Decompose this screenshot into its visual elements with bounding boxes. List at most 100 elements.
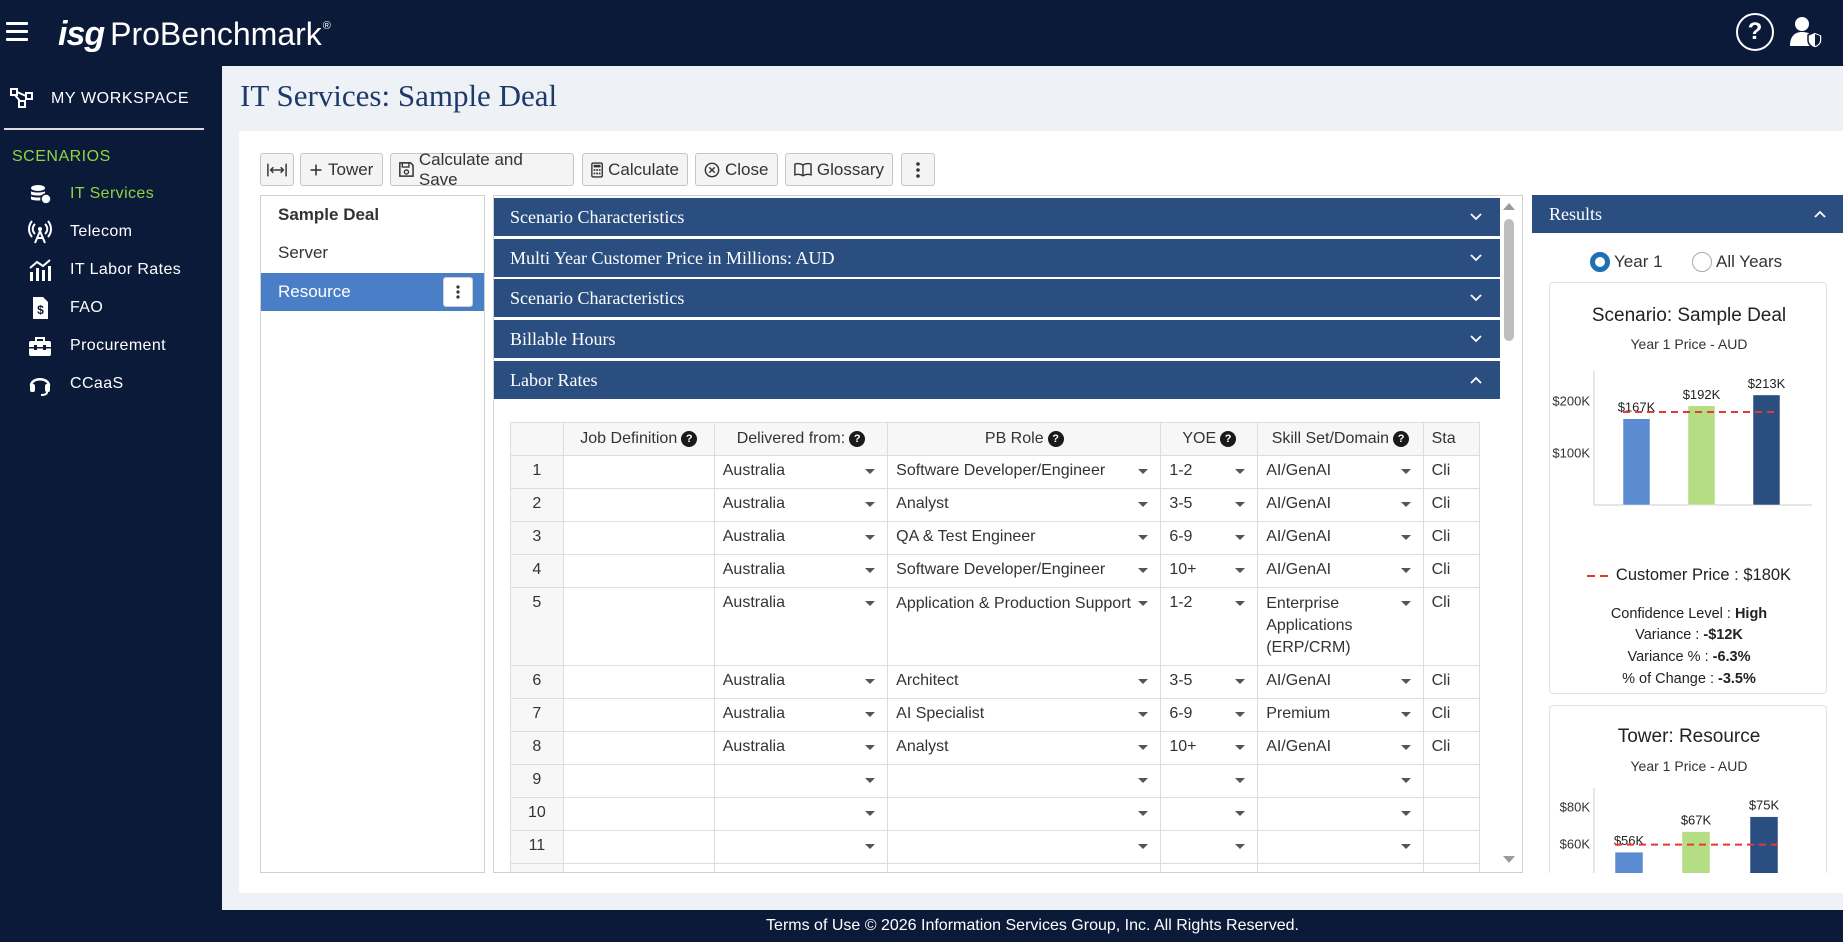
status-cell[interactable] (1422, 764, 1480, 798)
yoe-cell[interactable]: 6-9 (1160, 698, 1259, 732)
yoe-cell[interactable]: 6-9 (1160, 521, 1259, 555)
accordion-billable-hours[interactable]: Billable Hours (494, 320, 1500, 358)
dropdown-caret-icon[interactable] (1138, 469, 1149, 474)
app-logo[interactable]: isg ProBenchmark ® (58, 10, 331, 54)
job-definition-cell[interactable] (562, 830, 715, 864)
footer-text[interactable]: Terms of Use © 2026 Information Services… (766, 917, 1299, 934)
yoe-cell[interactable] (1160, 863, 1259, 872)
tree-item-menu-button[interactable] (443, 277, 473, 307)
skill-set-cell[interactable] (1257, 797, 1424, 831)
sidebar-item-it-services[interactable]: IT Services (28, 179, 218, 209)
sidebar-item-fao[interactable]: $ FAO (28, 293, 218, 323)
accordion-labor-rates[interactable]: Labor Rates (494, 361, 1500, 399)
delivered-from-cell[interactable]: Australia (713, 665, 889, 699)
accordion-scenario-characteristics[interactable]: Scenario Characteristics (494, 198, 1500, 236)
dropdown-caret-icon[interactable] (865, 844, 876, 849)
calculate-and-save-button[interactable]: Calculate and Save (390, 150, 574, 189)
dropdown-caret-icon[interactable] (865, 601, 876, 606)
delivered-from-cell[interactable]: Australia (713, 698, 889, 732)
help-icon[interactable]: ? (1736, 13, 1774, 51)
job-definition-cell[interactable] (562, 587, 715, 666)
job-definition-cell[interactable] (562, 797, 715, 831)
job-definition-cell[interactable] (562, 863, 715, 872)
pb-role-cell[interactable]: AI Specialist (887, 698, 1162, 732)
job-definition-cell[interactable] (562, 764, 715, 798)
delivered-from-cell[interactable] (713, 830, 889, 864)
status-cell[interactable]: Cli (1422, 455, 1480, 489)
job-definition-cell[interactable] (562, 665, 715, 699)
calculate-button[interactable]: Calculate (582, 153, 688, 186)
status-cell[interactable] (1422, 830, 1480, 864)
dropdown-caret-icon[interactable] (1235, 745, 1246, 750)
close-button[interactable]: Close (695, 153, 778, 186)
job-definition-cell[interactable] (562, 488, 715, 522)
dropdown-caret-icon[interactable] (1400, 679, 1411, 684)
dropdown-caret-icon[interactable] (865, 778, 876, 783)
hamburger-menu-icon[interactable] (6, 22, 28, 44)
dropdown-caret-icon[interactable] (1235, 601, 1246, 606)
yoe-cell[interactable]: 1-2 (1160, 587, 1259, 666)
dropdown-caret-icon[interactable] (1138, 535, 1149, 540)
status-cell[interactable]: Cli (1422, 587, 1480, 666)
job-definition-cell[interactable] (562, 521, 715, 555)
dropdown-caret-icon[interactable] (865, 535, 876, 540)
yoe-cell[interactable]: 10+ (1160, 554, 1259, 588)
skill-set-cell[interactable]: AI/GenAI (1257, 554, 1424, 588)
yoe-cell[interactable] (1160, 830, 1259, 864)
scrollbar-thumb[interactable] (1504, 219, 1514, 341)
delivered-from-cell[interactable]: Australia (713, 488, 889, 522)
accordion-scenario-characteristics-2[interactable]: Scenario Characteristics (494, 279, 1500, 317)
sidebar-item-telecom[interactable]: Telecom (28, 217, 218, 247)
glossary-button[interactable]: Glossary (785, 153, 893, 186)
job-definition-cell[interactable] (562, 698, 715, 732)
dropdown-caret-icon[interactable] (1235, 469, 1246, 474)
dropdown-caret-icon[interactable] (1235, 778, 1246, 783)
more-options-button[interactable] (901, 153, 935, 186)
status-cell[interactable]: Cli (1422, 698, 1480, 732)
pb-role-cell[interactable]: Analyst (887, 731, 1162, 765)
dropdown-caret-icon[interactable] (1400, 535, 1411, 540)
help-circle-icon[interactable]: ? (1047, 430, 1064, 447)
dropdown-caret-icon[interactable] (1138, 679, 1149, 684)
status-cell[interactable]: Cli (1422, 521, 1480, 555)
job-definition-cell[interactable] (562, 554, 715, 588)
dropdown-caret-icon[interactable] (865, 568, 876, 573)
add-tower-button[interactable]: Tower (300, 153, 383, 186)
dropdown-caret-icon[interactable] (1138, 601, 1149, 606)
dropdown-caret-icon[interactable] (1400, 778, 1411, 783)
dropdown-caret-icon[interactable] (1138, 745, 1149, 750)
help-circle-icon[interactable]: ? (1220, 430, 1237, 447)
status-cell[interactable] (1422, 863, 1480, 872)
skill-set-cell[interactable]: AI/GenAI (1257, 731, 1424, 765)
pb-role-cell[interactable] (887, 830, 1162, 864)
dropdown-caret-icon[interactable] (1235, 535, 1246, 540)
pb-role-cell[interactable] (887, 764, 1162, 798)
dropdown-caret-icon[interactable] (1235, 844, 1246, 849)
dropdown-caret-icon[interactable] (1400, 745, 1411, 750)
accordion-multi-year-price[interactable]: Multi Year Customer Price in Millions: A… (494, 239, 1500, 277)
pb-role-cell[interactable] (887, 863, 1162, 872)
skill-set-cell[interactable]: AI/GenAI (1257, 455, 1424, 489)
radio-all-years[interactable]: All Years (1692, 252, 1782, 272)
skill-set-cell[interactable]: AI/GenAI (1257, 665, 1424, 699)
skill-set-cell[interactable] (1257, 830, 1424, 864)
dropdown-caret-icon[interactable] (1235, 502, 1246, 507)
results-header[interactable]: Results (1532, 195, 1843, 233)
delivered-from-cell[interactable] (713, 863, 889, 872)
dropdown-caret-icon[interactable] (1400, 844, 1411, 849)
radio-year-1[interactable]: Year 1 (1590, 252, 1663, 272)
skill-set-cell[interactable] (1257, 863, 1424, 872)
pb-role-cell[interactable]: Software Developer/Engineer (887, 554, 1162, 588)
delivered-from-cell[interactable]: Australia (713, 587, 889, 666)
help-circle-icon[interactable]: ? (849, 430, 866, 447)
labor-rates-grid-container[interactable]: Job Definition? Delivered from:? PB Role… (510, 422, 1480, 872)
scroll-up-arrow-icon[interactable] (1500, 199, 1518, 213)
delivered-from-cell[interactable]: Australia (713, 731, 889, 765)
status-cell[interactable]: Cli (1422, 665, 1480, 699)
dropdown-caret-icon[interactable] (1400, 469, 1411, 474)
dropdown-caret-icon[interactable] (1138, 844, 1149, 849)
expand-width-button[interactable] (260, 153, 294, 186)
job-definition-cell[interactable] (562, 731, 715, 765)
pb-role-cell[interactable]: Analyst (887, 488, 1162, 522)
sidebar-item-procurement[interactable]: Procurement (28, 331, 218, 361)
